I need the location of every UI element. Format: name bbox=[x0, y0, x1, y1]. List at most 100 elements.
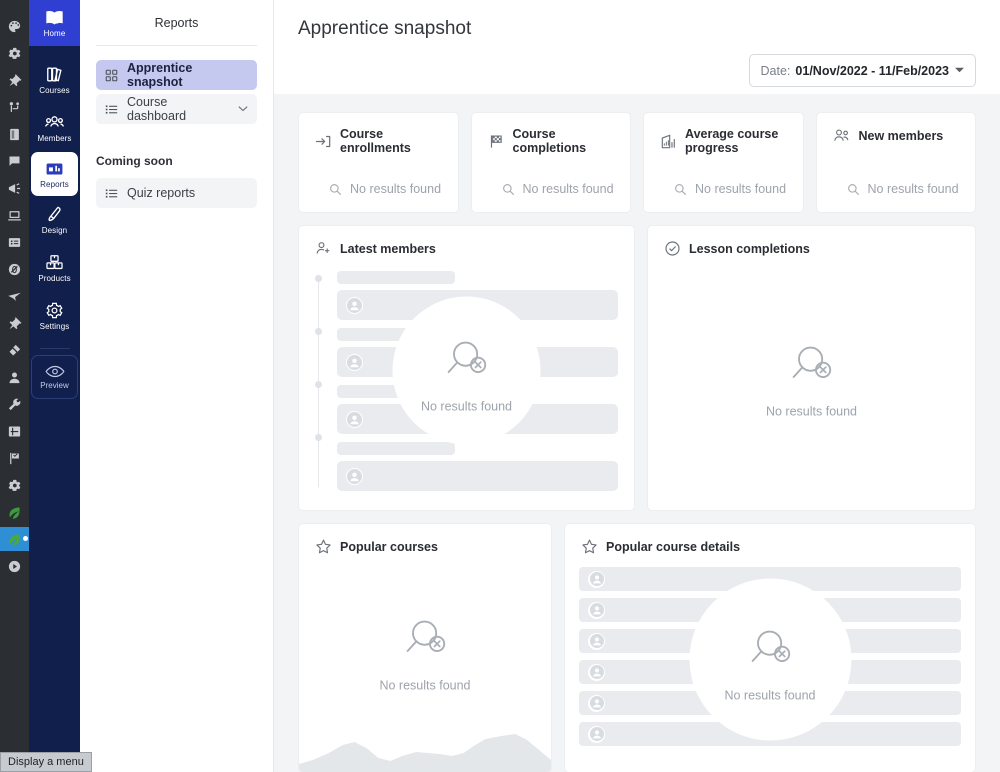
paper-plane-icon[interactable] bbox=[3, 284, 27, 308]
card-title: Average course progress bbox=[685, 127, 779, 155]
avatar bbox=[588, 694, 605, 712]
panels-row-1: Latest members No results found Lesson c… bbox=[298, 225, 976, 511]
sidebar-item-quiz-reports[interactable]: Quiz reports bbox=[96, 178, 257, 208]
leaf-icon[interactable] bbox=[3, 500, 27, 524]
person-icon[interactable] bbox=[3, 365, 27, 389]
list-icon bbox=[105, 103, 118, 116]
card-title: Popular courses bbox=[340, 539, 438, 554]
avatar bbox=[346, 467, 363, 485]
flag-check-icon[interactable] bbox=[3, 446, 27, 470]
bar-chart-up-icon bbox=[660, 133, 677, 150]
star-icon bbox=[315, 538, 332, 555]
nav-divider bbox=[39, 348, 70, 349]
sidebar-item-settings[interactable]: Settings bbox=[29, 292, 80, 340]
sidebar-label-home: Home bbox=[43, 28, 66, 38]
card-header: Course enrollments bbox=[299, 113, 458, 155]
check-circle-icon bbox=[664, 240, 681, 257]
card-course-enrollments[interactable]: Course enrollments No results found bbox=[298, 112, 459, 213]
stats-row: Course enrollments No results found Cour… bbox=[298, 112, 976, 213]
page-title: Apprentice snapshot bbox=[298, 18, 472, 39]
sidebar-item-members[interactable]: Members bbox=[29, 104, 80, 152]
checkered-flag-icon bbox=[488, 133, 505, 150]
coming-soon-group-label: Coming soon bbox=[96, 154, 173, 168]
people-icon bbox=[833, 127, 851, 144]
timeline-dot bbox=[315, 275, 322, 282]
empty-state-overlay: No results found bbox=[766, 340, 857, 419]
panel-latest-members[interactable]: Latest members No results found bbox=[298, 225, 635, 511]
empty-text: No results found bbox=[765, 404, 858, 419]
form-icon[interactable] bbox=[3, 230, 27, 254]
card-course-completions[interactable]: Course completions No results found bbox=[470, 112, 631, 213]
preview-button[interactable]: Preview bbox=[31, 355, 78, 399]
main-content: Apprentice snapshot Date: 01/Nov/2022 - … bbox=[274, 0, 1000, 772]
layout-icon[interactable] bbox=[3, 419, 27, 443]
sidebar-item-label: Course dashboard bbox=[127, 95, 187, 123]
empty-state: No results found bbox=[472, 182, 631, 212]
panel-popular-courses[interactable]: Popular courses No results found bbox=[298, 523, 552, 772]
sidebar-item-apprentice-snapshot[interactable]: Apprentice snapshot bbox=[96, 60, 257, 90]
plug-icon[interactable] bbox=[3, 338, 27, 362]
boxes-icon bbox=[45, 253, 64, 272]
pin-icon[interactable] bbox=[3, 68, 27, 92]
card-header: Lesson completions bbox=[648, 226, 975, 257]
book-icon[interactable] bbox=[3, 122, 27, 146]
grid-icon bbox=[105, 69, 118, 82]
sub-panel-divider bbox=[96, 45, 257, 46]
date-value: 01/Nov/2022 - 11/Feb/2023 bbox=[795, 63, 949, 78]
skeleton-area-chart bbox=[299, 720, 551, 772]
os-icon-rail bbox=[0, 0, 29, 772]
timeline-dot bbox=[315, 328, 322, 335]
skeleton-group bbox=[337, 442, 618, 491]
sidebar-item-products[interactable]: Products bbox=[29, 244, 80, 292]
empty-state-overlay: No results found bbox=[689, 578, 851, 741]
card-title: Course completions bbox=[512, 127, 587, 155]
pushpin-icon[interactable] bbox=[3, 311, 27, 335]
chat-icon[interactable] bbox=[3, 149, 27, 173]
card-title: Latest members bbox=[340, 241, 436, 256]
sidebar-item-design[interactable]: Design bbox=[29, 196, 80, 244]
branch-icon[interactable] bbox=[3, 95, 27, 119]
play-icon[interactable] bbox=[3, 554, 27, 578]
sidebar-label-reports: Reports bbox=[40, 179, 69, 189]
timeline-dot bbox=[315, 434, 322, 441]
star-icon bbox=[581, 538, 598, 555]
list-icon bbox=[105, 187, 118, 200]
empty-text: No results found bbox=[724, 688, 816, 703]
search-icon bbox=[674, 183, 687, 196]
sidebar-label-members: Members bbox=[37, 134, 72, 143]
date-range-picker[interactable]: Date: 01/Nov/2022 - 11/Feb/2023 bbox=[748, 54, 976, 87]
chevron-down-icon[interactable] bbox=[238, 104, 248, 114]
megaphone-icon[interactable] bbox=[3, 176, 27, 200]
sidebar-label-settings: Settings bbox=[39, 322, 70, 331]
timeline-dot bbox=[315, 381, 322, 388]
wrench-icon[interactable] bbox=[3, 392, 27, 416]
zero-block-icon[interactable] bbox=[3, 257, 27, 281]
empty-text: No results found bbox=[522, 182, 614, 196]
card-average-course-progress[interactable]: Average course progress No results found bbox=[643, 112, 804, 213]
gear-icon[interactable] bbox=[3, 41, 27, 65]
skeleton-row bbox=[337, 461, 618, 491]
sidebar-item-course-dashboard[interactable]: Course dashboard bbox=[96, 94, 257, 124]
sidebar-item-courses[interactable]: Courses bbox=[29, 56, 80, 104]
laptop-icon[interactable] bbox=[3, 203, 27, 227]
tooltip: Display a menu bbox=[0, 752, 92, 772]
card-title: Lesson completions bbox=[689, 241, 810, 256]
card-header: Popular course details bbox=[565, 524, 975, 555]
avatar bbox=[588, 632, 605, 650]
sidebar-item-home[interactable]: Home bbox=[29, 0, 80, 46]
search-x-icon bbox=[438, 334, 496, 389]
avatar bbox=[588, 663, 605, 681]
leaf-selected-icon[interactable] bbox=[0, 527, 29, 551]
dashboard-board: Course enrollments No results found Cour… bbox=[274, 94, 1000, 772]
sidebar-item-reports[interactable]: Reports bbox=[31, 152, 78, 196]
panel-popular-course-details[interactable]: Popular course details No results found bbox=[564, 523, 976, 772]
panel-lesson-completions[interactable]: Lesson completions No results found bbox=[647, 225, 976, 511]
chevron-down-icon bbox=[955, 66, 964, 75]
date-row: Date: 01/Nov/2022 - 11/Feb/2023 bbox=[298, 54, 976, 87]
card-header: New members bbox=[817, 113, 976, 144]
palette-icon[interactable] bbox=[3, 14, 27, 38]
settings-icon[interactable] bbox=[3, 473, 27, 497]
gear-icon bbox=[45, 301, 64, 320]
avatar bbox=[588, 570, 605, 588]
card-new-members[interactable]: New members No results found bbox=[815, 112, 976, 213]
